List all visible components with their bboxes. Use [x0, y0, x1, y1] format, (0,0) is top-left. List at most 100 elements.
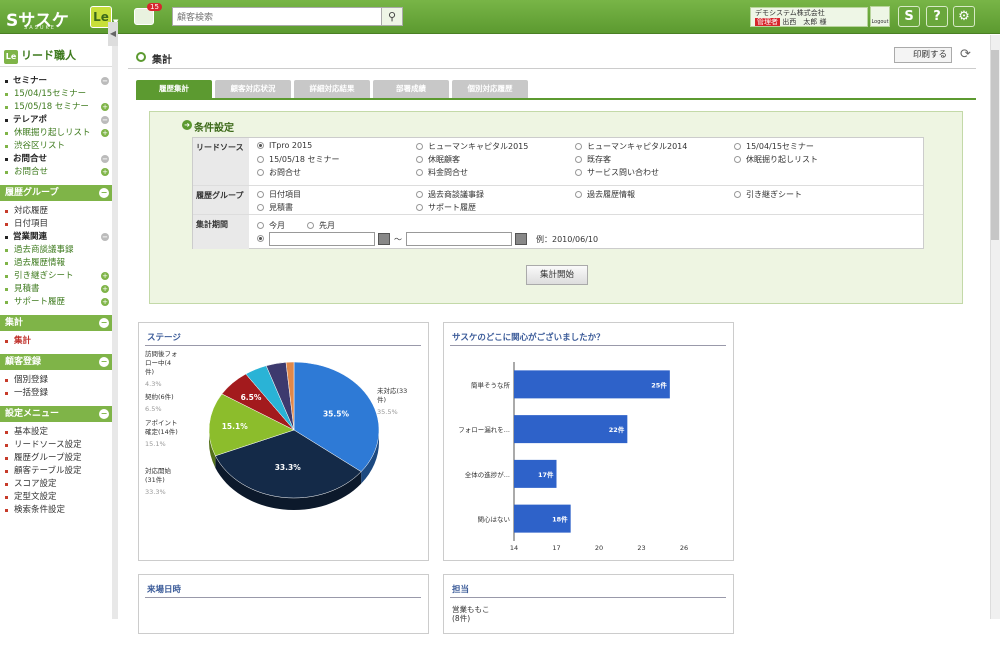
option-radio[interactable]: 引き継ぎシート: [734, 189, 802, 200]
help-icon[interactable]: ?: [926, 6, 948, 27]
radio-icon[interactable]: [416, 204, 423, 211]
option-radio[interactable]: 見積書: [257, 202, 293, 213]
customer-search-input[interactable]: [172, 7, 382, 26]
minus-icon[interactable]: −: [101, 233, 109, 241]
sidebar-item[interactable]: 日付項目: [0, 218, 117, 231]
sidebar-item[interactable]: 15/05/18 セミナー +: [0, 101, 117, 114]
sidebar-item[interactable]: 15/04/15セミナー: [0, 88, 117, 101]
radio-icon[interactable]: [575, 169, 582, 176]
period-last-month-radio[interactable]: 先月: [307, 220, 335, 231]
radio-icon[interactable]: [257, 191, 264, 198]
sidebar-collapse-button[interactable]: ◀: [108, 22, 118, 46]
minus-icon[interactable]: −: [101, 116, 109, 124]
sidebar-item[interactable]: 履歴グループ設定: [0, 452, 117, 465]
plus-icon[interactable]: +: [101, 285, 109, 293]
radio-icon[interactable]: [257, 204, 264, 211]
plus-icon[interactable]: +: [101, 129, 109, 137]
option-radio[interactable]: ヒューマンキャピタル2014: [575, 141, 687, 152]
tab-2[interactable]: 顧客対応状況: [215, 80, 291, 98]
sidebar-item[interactable]: 対応履歴: [0, 205, 117, 218]
sidebar-item[interactable]: 定型文設定: [0, 491, 117, 504]
calendar-icon[interactable]: [378, 233, 390, 245]
radio-icon[interactable]: [257, 222, 264, 229]
sidebar-item[interactable]: 見積書 +: [0, 283, 117, 296]
minus-icon[interactable]: −: [99, 409, 109, 419]
sidebar-item[interactable]: サポート履歴 +: [0, 296, 117, 309]
option-radio[interactable]: 過去商談議事録: [416, 189, 484, 200]
option-radio[interactable]: ITpro 2015: [257, 141, 312, 150]
sidebar-item[interactable]: 集計: [0, 335, 117, 348]
radio-icon[interactable]: [307, 222, 314, 229]
radio-icon[interactable]: [734, 191, 741, 198]
sidebar-item[interactable]: お問合せ −: [0, 153, 117, 166]
option-radio[interactable]: 15/04/15セミナー: [734, 141, 814, 152]
radio-icon[interactable]: [734, 143, 741, 150]
plus-icon[interactable]: +: [101, 298, 109, 306]
radio-icon[interactable]: [575, 143, 582, 150]
period-this-month-radio[interactable]: 今月: [257, 220, 285, 231]
page-scrollbar-thumb[interactable]: [991, 50, 999, 240]
tab-3[interactable]: 詳細対応結果: [294, 80, 370, 98]
sidebar-item[interactable]: セミナー −: [0, 75, 117, 88]
tab-4[interactable]: 部署成績: [373, 80, 449, 98]
option-radio[interactable]: 休眠顧客: [416, 154, 460, 165]
tab-5[interactable]: 個別対応履歴: [452, 80, 528, 98]
bar[interactable]: [514, 370, 670, 399]
refresh-icon[interactable]: ⟳: [960, 47, 971, 62]
radio-icon[interactable]: [575, 191, 582, 198]
option-radio[interactable]: お問合せ: [257, 167, 301, 178]
sidebar-section-header[interactable]: 集計 −: [0, 315, 117, 331]
sidebar-item[interactable]: スコア設定: [0, 478, 117, 491]
option-radio[interactable]: 休眠掘り起しリスト: [734, 154, 818, 165]
option-radio[interactable]: 既存客: [575, 154, 611, 165]
search-icon[interactable]: ⚲: [381, 7, 403, 26]
period-custom-radio[interactable]: [257, 234, 269, 243]
date-from-input[interactable]: [269, 232, 375, 246]
radio-icon[interactable]: [416, 169, 423, 176]
sidebar-section-header[interactable]: 顧客登録 −: [0, 354, 117, 370]
option-radio[interactable]: サポート履歴: [416, 202, 476, 213]
radio-icon[interactable]: [575, 156, 582, 163]
minus-icon[interactable]: −: [101, 155, 109, 163]
radio-icon[interactable]: [257, 235, 264, 242]
sidebar-item[interactable]: 個別登録: [0, 374, 117, 387]
option-radio[interactable]: 15/05/18 セミナー: [257, 154, 339, 165]
radio-icon[interactable]: [257, 142, 264, 149]
calendar-icon[interactable]: [515, 233, 527, 245]
plus-icon[interactable]: +: [101, 272, 109, 280]
sidebar-item[interactable]: 一括登録: [0, 387, 117, 400]
sidebar-item[interactable]: リードソース設定: [0, 439, 117, 452]
print-button[interactable]: 印刷する: [894, 47, 952, 63]
sidebar-item[interactable]: 過去商談議事録: [0, 244, 117, 257]
option-radio[interactable]: ヒューマンキャピタル2015: [416, 141, 528, 152]
radio-icon[interactable]: [416, 143, 423, 150]
sidebar-section-header[interactable]: 設定メニュー −: [0, 406, 117, 422]
sidebar-item[interactable]: 過去履歴情報: [0, 257, 117, 270]
radio-icon[interactable]: [257, 156, 264, 163]
logout-button[interactable]: Logout: [870, 6, 890, 27]
sidebar-item[interactable]: 検索条件設定: [0, 504, 117, 517]
minus-icon[interactable]: −: [99, 188, 109, 198]
option-radio[interactable]: サービス問い合わせ: [575, 167, 659, 178]
tab-1[interactable]: 履歴集計: [136, 80, 212, 98]
plus-icon[interactable]: +: [101, 168, 109, 176]
sidebar-item[interactable]: 営業関連 −: [0, 231, 117, 244]
radio-icon[interactable]: [416, 156, 423, 163]
gear-icon[interactable]: ⚙: [953, 6, 975, 27]
radio-icon[interactable]: [416, 191, 423, 198]
sidebar-item[interactable]: 基本設定: [0, 426, 117, 439]
plus-icon[interactable]: +: [101, 103, 109, 111]
radio-icon[interactable]: [257, 169, 264, 176]
minus-icon[interactable]: −: [99, 357, 109, 367]
start-aggregation-button[interactable]: 集計開始: [526, 265, 588, 285]
radio-icon[interactable]: [734, 156, 741, 163]
sidebar-scrollbar[interactable]: [112, 35, 118, 619]
option-radio[interactable]: 過去履歴情報: [575, 189, 635, 200]
sidebar-item[interactable]: 休眠掘り起しリスト +: [0, 127, 117, 140]
sidebar-item[interactable]: 引き継ぎシート +: [0, 270, 117, 283]
minus-icon[interactable]: −: [99, 318, 109, 328]
sidebar-section-header[interactable]: 履歴グループ −: [0, 185, 117, 201]
date-to-input[interactable]: [406, 232, 512, 246]
sidebar-item[interactable]: お問合せ +: [0, 166, 117, 179]
sidebar-item[interactable]: 渋谷区リスト: [0, 140, 117, 153]
